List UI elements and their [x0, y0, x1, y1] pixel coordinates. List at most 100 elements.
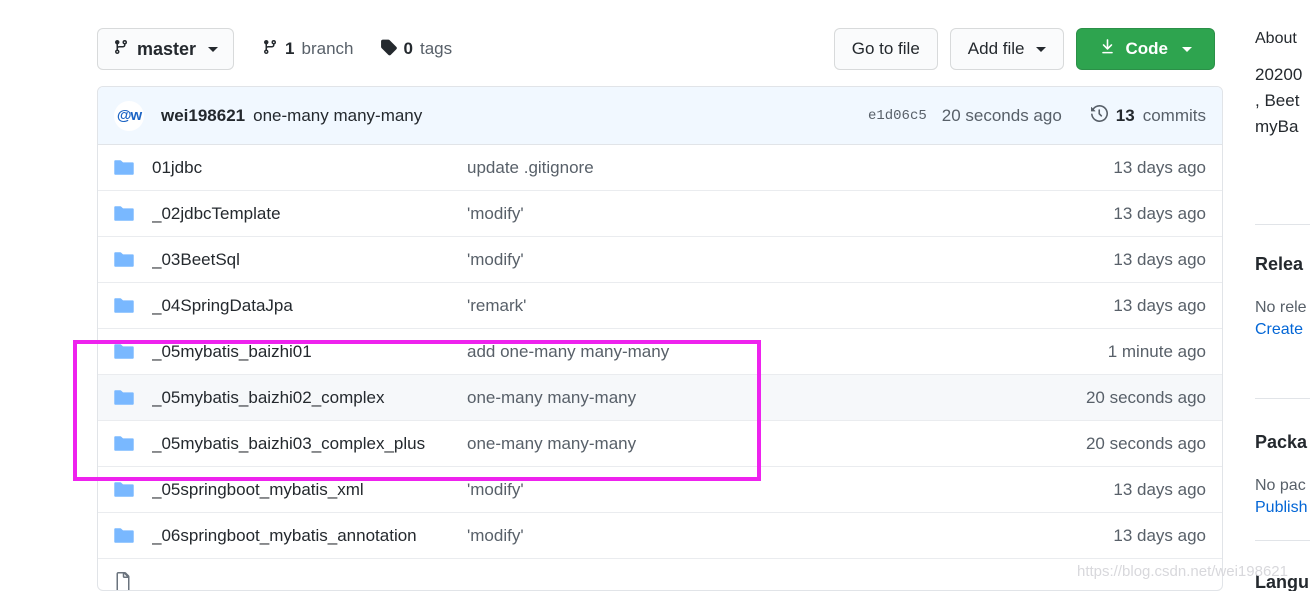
commits-count-value: 13	[1115, 105, 1135, 125]
github-repo-file-browser: master 1 branch 0 tags Go to file Add fi…	[0, 0, 1310, 591]
file-name[interactable]: _05mybatis_baizhi01	[152, 342, 467, 362]
about-description-line3: myBa	[1255, 117, 1299, 136]
table-row[interactable]: _05mybatis_baizhi02_complex one-many many…	[98, 375, 1222, 421]
branch-count[interactable]: 1 branch	[262, 38, 354, 61]
commits-count-label: commits	[1142, 105, 1206, 125]
about-description: 20200 , Beet myBa	[1255, 62, 1302, 140]
table-row[interactable]: _05mybatis_baizhi03_complex_plus one-many…	[98, 421, 1222, 467]
file-commit-message[interactable]: update .gitignore	[467, 158, 1026, 178]
chevron-down-icon	[208, 46, 219, 52]
table-row[interactable]: _02jdbcTemplate'modify' 13 days ago	[98, 191, 1222, 237]
packages-heading: Packa	[1255, 432, 1308, 452]
file-name[interactable]: _04SpringDataJpa	[152, 296, 467, 316]
commit-history-link[interactable]: 13 commits	[1090, 104, 1206, 127]
branch-icon	[113, 38, 129, 61]
file-name[interactable]: _05springboot_mybatis_xml	[152, 480, 467, 500]
file-commit-message[interactable]: 'modify'	[467, 204, 1026, 224]
file-commit-time: 13 days ago	[1113, 157, 1206, 177]
sidebar-divider	[1255, 398, 1310, 399]
tag-count-value: 0	[403, 39, 413, 58]
commit-time: 20 seconds ago	[941, 105, 1062, 125]
clock-icon	[1090, 104, 1108, 127]
code-button-label: Code	[1125, 39, 1169, 58]
file-commit-time: 1 minute ago	[1107, 341, 1206, 361]
folder-icon	[114, 435, 152, 452]
branch-selector-button[interactable]: master	[97, 28, 235, 70]
file-commit-time: 13 days ago	[1113, 479, 1206, 499]
about-heading: About	[1255, 30, 1297, 47]
avatar[interactable]: @w	[114, 100, 144, 131]
add-file-label: Add file	[967, 39, 1025, 58]
releases-empty-text: No rele	[1255, 299, 1307, 316]
file-commit-time: 13 days ago	[1113, 525, 1206, 545]
file-commit-time: 20 seconds ago	[1085, 433, 1206, 453]
file-name[interactable]: 01jdbc	[152, 158, 467, 178]
branch-icon	[262, 38, 278, 61]
go-to-file-label: Go to file	[851, 39, 920, 58]
repo-meta-group: 1 branch 0 tags	[262, 38, 452, 61]
commit-message[interactable]: one-many many-many	[253, 106, 422, 126]
releases-heading: Relea	[1255, 254, 1304, 274]
branch-count-value: 1	[285, 39, 295, 58]
toolbar-actions: Go to file Add file Code	[833, 28, 1215, 70]
file-list-container: @w wei198621 one-many many-many e1d06c5 …	[97, 86, 1223, 591]
table-row[interactable]: 01jdbc update .gitignore 13 days ago	[98, 145, 1222, 191]
about-description-line1: 20200	[1255, 65, 1303, 84]
repo-sidebar: About 20200 , Beet myBa Relea No rele Cr…	[1255, 0, 1310, 591]
commit-meta: e1d06c5 20 seconds ago 13 commits	[868, 104, 1206, 127]
folder-icon	[114, 297, 152, 314]
languages-heading: Langu	[1255, 572, 1309, 591]
publish-package-link[interactable]: Publish	[1255, 499, 1307, 517]
sidebar-divider	[1255, 540, 1310, 541]
commit-author[interactable]: wei198621	[161, 106, 245, 126]
table-row[interactable]: _05springboot_mybatis_xml'modify' 13 days…	[98, 467, 1222, 513]
file-commit-time: 13 days ago	[1113, 203, 1206, 223]
file-commit-message[interactable]: 'modify'	[467, 250, 1026, 270]
tag-count[interactable]: 0 tags	[380, 38, 453, 61]
file-commit-message[interactable]: 'modify'	[467, 526, 1026, 546]
file-commit-time: 13 days ago	[1113, 295, 1206, 315]
add-file-button[interactable]: Add file	[949, 28, 1064, 70]
about-description-line2: , Beet	[1255, 91, 1300, 110]
table-row[interactable]: _04SpringDataJpa'remark' 13 days ago	[98, 283, 1222, 329]
file-commit-message[interactable]: one-many many-many	[467, 434, 1026, 454]
file-rows: 01jdbc update .gitignore 13 days ago _02jdb…	[98, 145, 1222, 590]
repo-toolbar: master 1 branch 0 tags Go to file Add fi…	[97, 28, 1215, 70]
folder-icon	[114, 481, 152, 498]
file-name[interactable]: _03BeetSql	[152, 250, 467, 270]
folder-icon	[114, 159, 152, 176]
table-row[interactable]: _06springboot_mybatis_annotation'modify'…	[98, 513, 1222, 559]
table-row[interactable]: _05mybatis_baizhi01 add one-many many-man…	[98, 329, 1222, 375]
tag-icon	[380, 38, 397, 61]
file-name[interactable]: _06springboot_mybatis_annotation	[152, 526, 467, 546]
table-row[interactable]: _03BeetSql'modify' 13 days ago	[98, 237, 1222, 283]
file-name[interactable]: _05mybatis_baizhi03_complex_plus	[152, 434, 467, 454]
packages-empty-text: No pac	[1255, 477, 1306, 494]
file-commit-time: 20 seconds ago	[1085, 387, 1206, 407]
folder-icon	[114, 343, 152, 360]
commit-sha[interactable]: e1d06c5	[868, 108, 927, 124]
download-icon	[1099, 38, 1116, 60]
tag-count-label: tags	[419, 39, 453, 58]
packages-section: Packa No pac Publish	[1255, 432, 1307, 517]
file-commit-message[interactable]: add one-many many-many	[467, 342, 1026, 362]
code-button[interactable]: Code	[1075, 28, 1215, 70]
releases-section: Relea No rele Create	[1255, 254, 1307, 339]
sidebar-divider	[1255, 224, 1310, 225]
file-commit-time: 13 days ago	[1113, 249, 1206, 269]
file-commit-message[interactable]: 'modify'	[467, 480, 1026, 500]
file-commit-message[interactable]: one-many many-many	[467, 388, 1026, 408]
file-name[interactable]: _02jdbcTemplate	[152, 204, 467, 224]
folder-icon	[114, 389, 152, 406]
go-to-file-button[interactable]: Go to file	[833, 28, 938, 70]
folder-icon	[114, 527, 152, 544]
chevron-down-icon	[1035, 46, 1046, 52]
branch-selector-label: master	[137, 38, 197, 59]
file-name[interactable]: _05mybatis_baizhi02_complex	[152, 388, 467, 408]
chevron-down-icon	[1182, 46, 1192, 52]
create-release-link[interactable]: Create	[1255, 321, 1307, 339]
file-commit-message[interactable]: 'remark'	[467, 296, 1026, 316]
table-row[interactable]	[98, 559, 1222, 590]
folder-icon	[114, 251, 152, 268]
latest-commit-bar: @w wei198621 one-many many-many e1d06c5 …	[98, 87, 1222, 145]
